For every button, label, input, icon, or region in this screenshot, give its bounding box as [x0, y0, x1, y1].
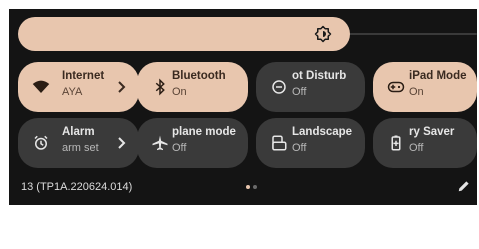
tile-airplane-mode[interactable]: plane mode Off — [137, 118, 248, 168]
tile-label: Alarm — [62, 126, 95, 138]
page-dot — [253, 185, 257, 189]
tile-status: AYA — [62, 86, 83, 98]
brightness-slider[interactable] — [18, 17, 350, 51]
brightness-icon[interactable] — [314, 25, 332, 43]
tile-label: iPad Mode — [409, 70, 467, 82]
bluetooth-icon — [155, 78, 165, 96]
tile-status: On — [409, 86, 424, 98]
chevron-right-icon[interactable] — [117, 136, 127, 150]
airplane-icon — [152, 135, 168, 151]
quick-settings-panel: Internet AYA Bluetooth On ot Disturb Off… — [9, 9, 477, 205]
tile-label: Bluetooth — [172, 70, 226, 82]
wifi-icon — [32, 80, 50, 93]
do-not-disturb-icon — [272, 80, 286, 94]
tile-do-not-disturb[interactable]: ot Disturb Off — [256, 62, 365, 112]
tile-label: ot Disturb — [292, 70, 347, 82]
battery-saver-icon — [391, 135, 401, 151]
tile-status: On — [172, 86, 187, 98]
chevron-right-icon[interactable] — [117, 80, 127, 94]
tile-status: Off — [409, 142, 424, 154]
gamepad-icon — [387, 81, 405, 93]
screen-rotation-icon — [272, 135, 287, 151]
build-number[interactable]: 13 (TP1A.220624.014) — [21, 181, 132, 193]
tile-label: Internet — [62, 70, 105, 82]
page-dot-active — [246, 185, 250, 189]
tile-status: arm set — [62, 142, 99, 154]
brightness-slider-track[interactable] — [338, 33, 477, 35]
tile-label: ry Saver — [409, 126, 455, 138]
tile-ipad-mode[interactable]: iPad Mode On — [373, 62, 477, 112]
tile-label: plane mode — [172, 126, 236, 138]
tile-status: Off — [292, 142, 307, 154]
tile-alarm[interactable]: Alarm arm set — [18, 118, 139, 168]
tile-landscape[interactable]: Landscape Off — [256, 118, 365, 168]
tile-label: Landscape — [292, 126, 353, 138]
tile-bluetooth[interactable]: Bluetooth On — [137, 62, 248, 112]
alarm-icon — [34, 135, 48, 150]
tile-status: Off — [172, 142, 187, 154]
edit-icon[interactable] — [457, 179, 471, 193]
tile-internet[interactable]: Internet AYA — [18, 62, 139, 112]
tile-battery-saver[interactable]: ry Saver Off — [373, 118, 477, 168]
tile-status: Off — [292, 86, 307, 98]
